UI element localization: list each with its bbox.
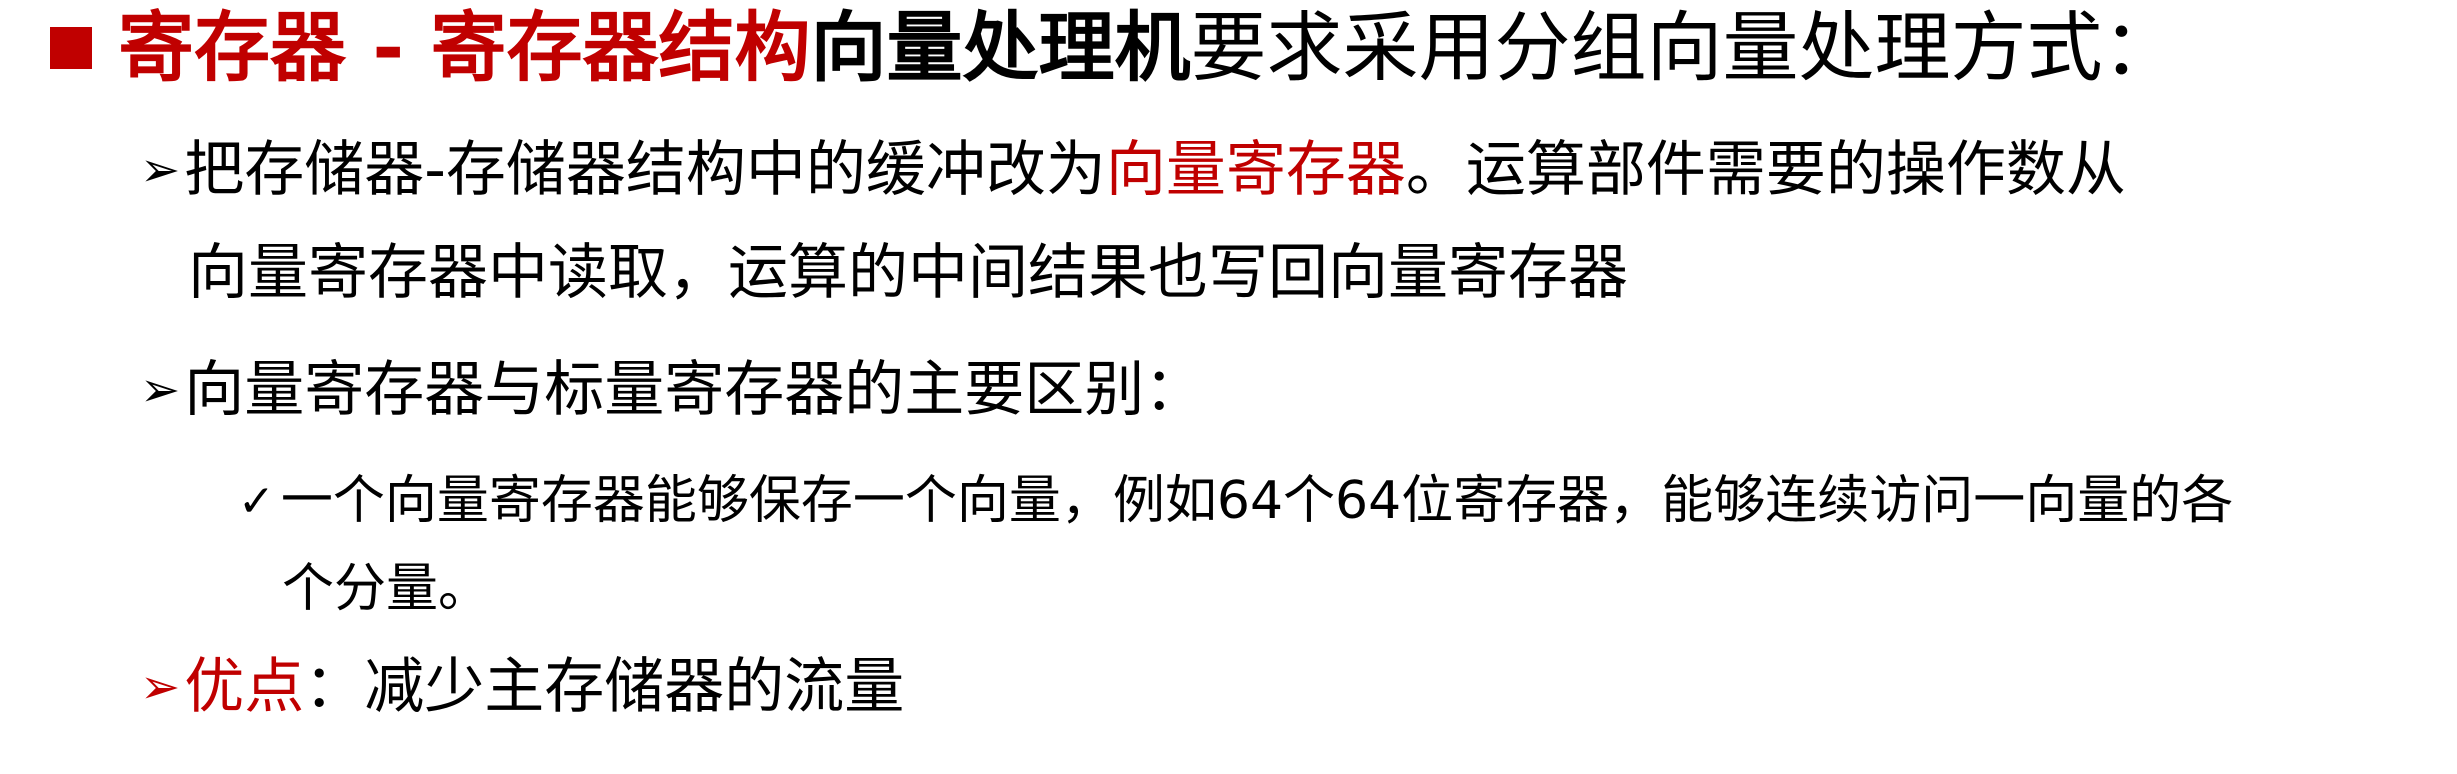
arrow-bullet-icon: ➢ [140, 142, 181, 198]
bullet-1-text-after: 。运算部件需要的操作数从 [1405, 135, 2126, 205]
bullet-1-red-text: 向量寄存器 [1105, 135, 1406, 205]
bullet-3-label: 优点 [184, 652, 305, 722]
arrow-bullet-icon: ➢ [140, 362, 181, 418]
arrow-bullet-icon: ➢ [140, 659, 181, 715]
heading-red-text: 寄存器 - 寄存器结构 [118, 3, 811, 92]
sub-bullet-continuation: 个分量。 [282, 559, 491, 619]
slide-heading: 寄存器 - 寄存器结构 向量处理机 要求采用分组向量处理方式： [50, 0, 2178, 96]
sub-bullet-text: 一个向量寄存器能够保存一个向量，例如64个64位寄存器，能够连续访问一向量的各 [280, 471, 2234, 531]
square-bullet-icon [50, 27, 92, 69]
sub-bullet: ✓ 一个向量寄存器能够保存一个向量，例如64个64位寄存器，能够连续访问一向量的各 [238, 475, 2233, 527]
heading-bold-text: 向量处理机 [810, 3, 1191, 92]
heading-rest-text: 要求采用分组向量处理方式： [1190, 3, 2179, 92]
slide: 寄存器 - 寄存器结构 向量处理机 要求采用分组向量处理方式： ➢把存储器-存储… [0, 0, 2457, 774]
bullet-1: ➢把存储器-存储器结构中的缓冲改为向量寄存器。运算部件需要的操作数从 [140, 140, 2126, 200]
bullet-3: ➢优点：减少主存储器的流量 [140, 657, 904, 717]
bullet-2: ➢向量寄存器与标量寄存器的主要区别： [140, 360, 1204, 420]
bullet-3-text: ：减少主存储器的流量 [304, 652, 905, 722]
bullet-1-continuation: 向量寄存器中读取，运算的中间结果也写回向量寄存器 [188, 238, 1628, 308]
bullet-2-text: 向量寄存器与标量寄存器的主要区别： [184, 355, 1205, 425]
check-bullet-icon: ✓ [238, 476, 275, 527]
bullet-1-text-before: 把存储器-存储器结构中的缓冲改为 [184, 135, 1106, 205]
